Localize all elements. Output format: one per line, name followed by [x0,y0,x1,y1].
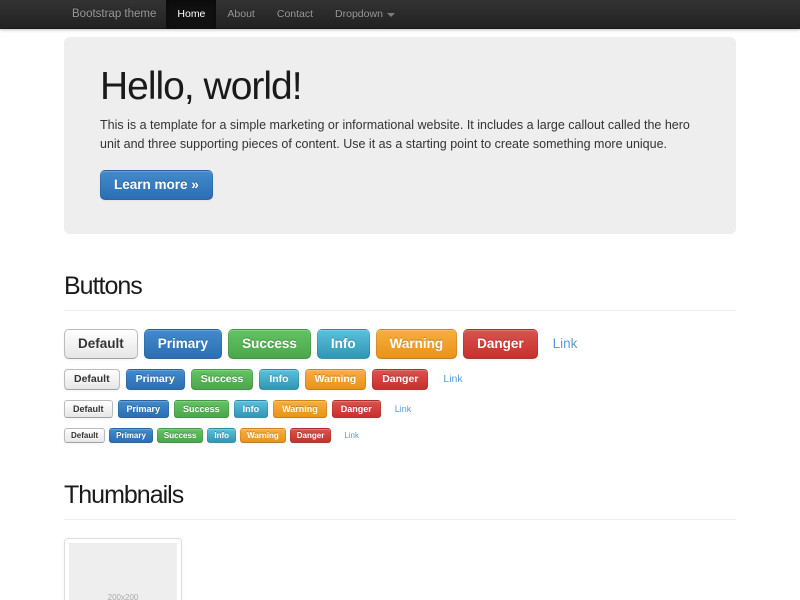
button-warning-mini[interactable]: Warning [240,428,286,443]
button-primary-mini[interactable]: Primary [109,428,153,443]
button-success-large[interactable]: Success [228,329,311,359]
button-danger-large[interactable]: Danger [463,329,538,359]
button-warning-large[interactable]: Warning [376,329,458,359]
list-item: 200x200 [64,538,182,600]
page-container: Hello, world! This is a template for a s… [64,29,736,600]
button-default-small[interactable]: Default [64,400,113,418]
navbar-inner: Bootstrap theme Home About Contact Dropd… [64,0,736,29]
button-row-small: Default Primary Success Info Warning Dan… [64,400,736,418]
learn-more-button[interactable]: Learn more » [100,170,213,200]
thumbnail-item[interactable]: 200x200 [64,538,182,600]
button-info-default[interactable]: Info [259,369,298,390]
button-link-large[interactable]: Link [544,329,587,359]
button-success-mini[interactable]: Success [157,428,203,443]
button-link-small[interactable]: Link [386,400,421,418]
button-warning-small[interactable]: Warning [273,400,327,418]
button-row-default: Default Primary Success Info Warning Dan… [64,369,736,390]
thumbnails-section-header: Thumbnails [64,479,736,520]
button-primary-small[interactable]: Primary [118,400,170,418]
thumbnail-placeholder-image: 200x200 [69,543,177,600]
button-success-small[interactable]: Success [174,400,229,418]
button-link-mini[interactable]: Link [335,428,368,443]
chevron-down-icon [387,13,395,17]
hero-unit: Hello, world! This is a template for a s… [64,37,736,234]
button-row-mini: Default Primary Success Info Warning Dan… [64,428,736,443]
button-warning-default[interactable]: Warning [305,369,367,390]
buttons-heading: Buttons [64,270,736,302]
button-info-large[interactable]: Info [317,329,370,359]
button-danger-small[interactable]: Danger [332,400,381,418]
nav-item-about[interactable]: About [216,0,265,29]
nav-item-home[interactable]: Home [166,0,216,29]
button-info-mini[interactable]: Info [207,428,236,443]
button-danger-mini[interactable]: Danger [290,428,332,443]
button-row-large: Default Primary Success Info Warning Dan… [64,329,736,359]
navbar: Bootstrap theme Home About Contact Dropd… [0,0,800,29]
button-default-large[interactable]: Default [64,329,138,359]
nav-item-contact[interactable]: Contact [266,0,324,29]
nav-item-dropdown[interactable]: Dropdown [324,0,406,29]
buttons-section-header: Buttons [64,270,736,311]
button-info-small[interactable]: Info [234,400,269,418]
navbar-brand[interactable]: Bootstrap theme [64,0,166,29]
button-danger-default[interactable]: Danger [372,369,428,390]
button-success-default[interactable]: Success [191,369,254,390]
button-default-default[interactable]: Default [64,369,120,390]
button-primary-default[interactable]: Primary [126,369,185,390]
hero-description: This is a template for a simple marketin… [100,116,700,154]
hero-title: Hello, world! [100,67,700,106]
button-primary-large[interactable]: Primary [144,329,222,359]
thumbnails-list: 200x200 [64,538,736,600]
button-default-mini[interactable]: Default [64,428,105,443]
nav-item-dropdown-label: Dropdown [335,0,383,29]
button-link-default[interactable]: Link [434,369,471,390]
thumbnails-heading: Thumbnails [64,479,736,511]
navbar-nav: Home About Contact Dropdown [166,0,406,29]
